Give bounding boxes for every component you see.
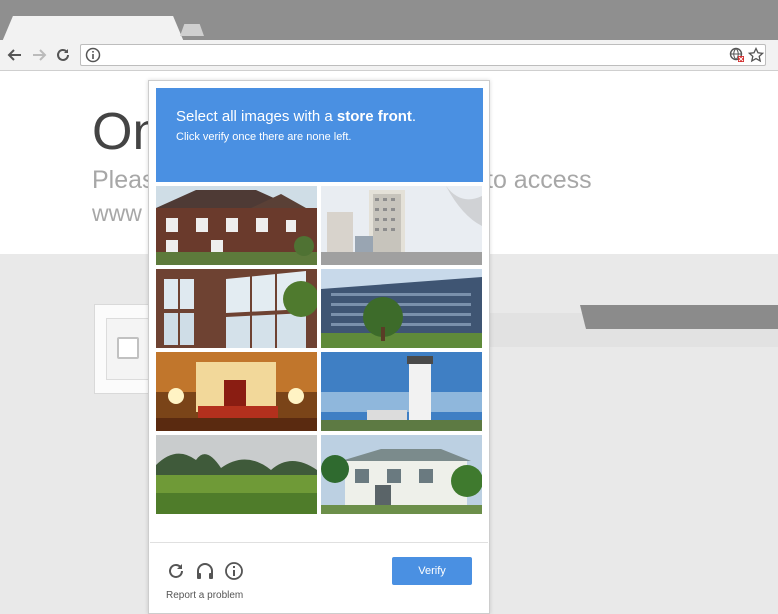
instruction-prefix: Select all images with a (176, 108, 337, 125)
footer-divider (150, 542, 488, 543)
report-problem-link[interactable]: Report a problem (166, 590, 243, 601)
back-button[interactable] (5, 45, 25, 65)
image-tile-brick-building-windows[interactable] (156, 269, 317, 348)
verify-button[interactable]: Verify (392, 557, 472, 585)
image-tile-lighthouse[interactable] (321, 352, 482, 431)
back-arrow-icon (7, 49, 21, 61)
captcha-checkbox[interactable] (117, 337, 139, 359)
page-bar-dark (580, 305, 778, 329)
forward-arrow-icon (33, 49, 47, 61)
challenge-sub-instruction: Click verify once there are none left. (176, 131, 352, 143)
challenge-header: Select all images with a store front. Cl… (156, 88, 483, 182)
image-tile-brick-house[interactable] (156, 186, 317, 265)
instruction-target: store front (336, 108, 412, 125)
image-tile-tower-buildings[interactable] (321, 186, 482, 265)
reload-page-button[interactable] (53, 45, 73, 65)
reload-icon[interactable] (166, 561, 186, 581)
star-icon[interactable] (748, 47, 764, 63)
page-strip (490, 329, 778, 347)
image-tile-white-villa[interactable] (321, 435, 482, 514)
image-grid (156, 186, 483, 516)
address-bar[interactable] (80, 44, 766, 66)
tab-current[interactable] (2, 16, 184, 42)
image-tile-rice-field-hills[interactable] (156, 435, 317, 514)
image-tile-decorated-hall[interactable] (156, 352, 317, 431)
page-bar-light (490, 313, 585, 329)
challenge-instruction: Select all images with a store front. (176, 108, 416, 126)
page-subtitle-left: Pleas (92, 166, 155, 194)
forward-button[interactable] (29, 45, 49, 65)
info-icon[interactable] (224, 561, 244, 581)
headphones-icon[interactable] (195, 561, 215, 581)
reload-page-icon (57, 48, 69, 61)
page-subtitle-right: to access (486, 166, 592, 194)
blocked-content-icon[interactable] (729, 47, 745, 63)
info-icon[interactable] (85, 47, 101, 63)
image-tile-office-building[interactable] (321, 269, 482, 348)
page-url-fragment: www (92, 200, 142, 226)
instruction-suffix: . (411, 108, 417, 125)
